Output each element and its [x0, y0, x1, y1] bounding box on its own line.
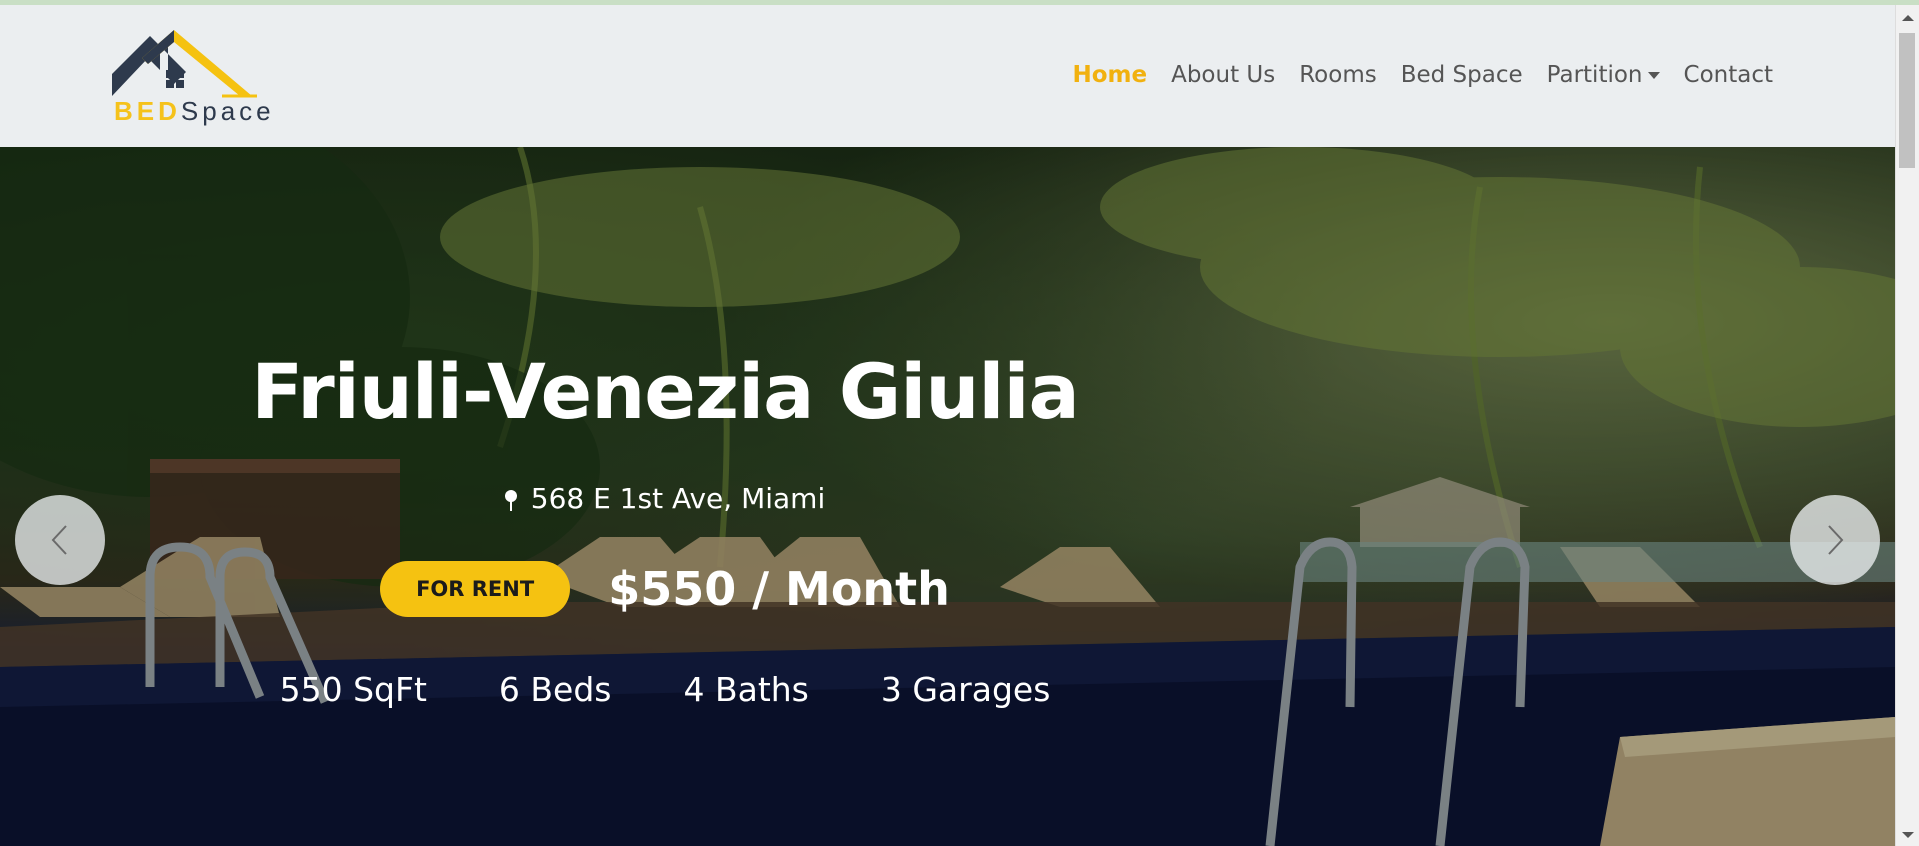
- feature-area: 550 SqFt: [279, 670, 427, 709]
- page-scrollbar[interactable]: [1895, 5, 1919, 846]
- hero-title: Friuli-Venezia Giulia: [251, 347, 1080, 436]
- feature-garages: 3 Garages: [880, 670, 1051, 709]
- nav-item-contact[interactable]: Contact: [1684, 62, 1773, 88]
- hero-carousel: Friuli-Venezia Giulia 568 E 1st Ave, Mia…: [0, 147, 1895, 846]
- hero-features: 550 SqFt 6 Beds 4 Baths 3 Garages: [0, 670, 1330, 709]
- hero-address: 568 E 1st Ave, Miami: [0, 482, 1330, 515]
- nav-item-rooms[interactable]: Rooms: [1299, 62, 1376, 88]
- hero-price-row: FOR RENT $550 / Month: [0, 561, 1330, 617]
- nav-item-home[interactable]: Home: [1072, 62, 1147, 88]
- chevron-left-icon: [51, 525, 67, 555]
- hero-price: $550 / Month: [608, 562, 950, 616]
- logo-text: BEDSpace: [114, 96, 275, 127]
- caret-down-icon: [1647, 72, 1660, 79]
- chevron-right-icon: [1828, 525, 1844, 555]
- map-pin-icon: [504, 490, 517, 511]
- house-roof-icon: [112, 30, 257, 98]
- logo-text-space: Space: [180, 96, 275, 126]
- nav-item-bed-space[interactable]: Bed Space: [1401, 62, 1523, 88]
- main-nav: Home About Us Rooms Bed Space Partition …: [1072, 62, 1773, 88]
- navbar: BEDSpace Home About Us Rooms Bed Space P…: [0, 5, 1895, 147]
- scroll-up-arrow-icon[interactable]: [1902, 15, 1914, 21]
- bedspace-logo[interactable]: BEDSpace: [112, 30, 282, 130]
- nav-item-partition-label: Partition: [1546, 62, 1643, 88]
- hero-address-text: 568 E 1st Ave, Miami: [530, 482, 826, 515]
- logo-text-bed: BED: [114, 96, 181, 126]
- for-rent-badge[interactable]: FOR RENT: [380, 561, 571, 617]
- scrollbar-thumb[interactable]: [1899, 33, 1915, 168]
- feature-beds: 6 Beds: [498, 670, 612, 709]
- scroll-down-arrow-icon[interactable]: [1902, 832, 1914, 838]
- nav-item-partition[interactable]: Partition: [1547, 62, 1660, 88]
- carousel-prev-button[interactable]: [15, 495, 105, 585]
- carousel-next-button[interactable]: [1790, 495, 1880, 585]
- nav-item-about-us[interactable]: About Us: [1171, 62, 1275, 88]
- feature-baths: 4 Baths: [683, 670, 809, 709]
